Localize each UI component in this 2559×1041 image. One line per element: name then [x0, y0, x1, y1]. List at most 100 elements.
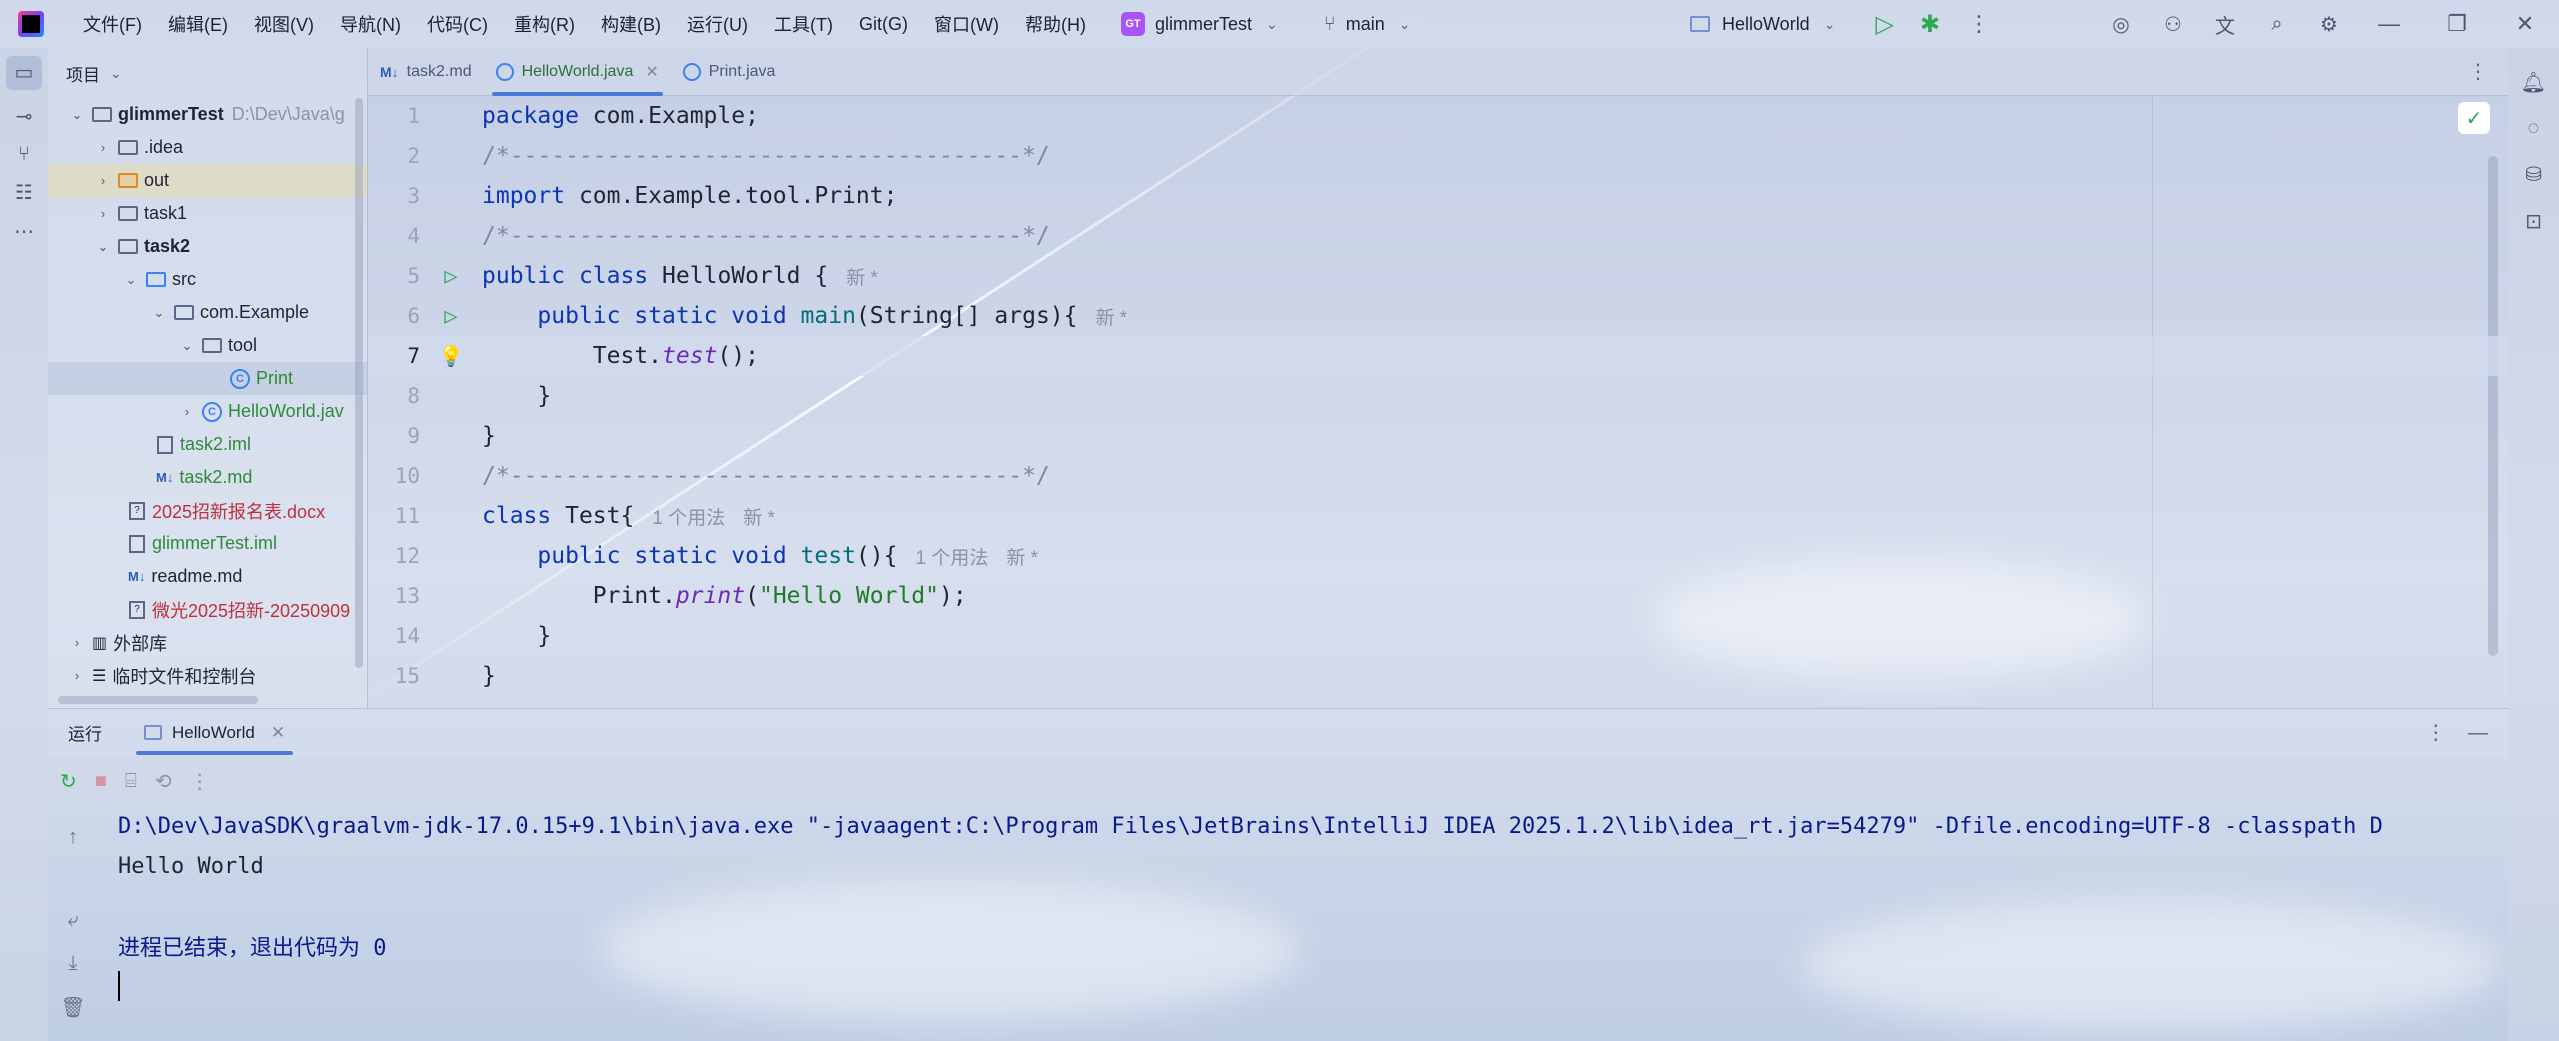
tree-item-com-example[interactable]: ⌄ com.Example	[48, 296, 367, 329]
close-tab-icon[interactable]: ✕	[645, 62, 658, 82]
tree-item-glimmertest[interactable]: ⌄ glimmerTest D:\Dev\Java\g	[48, 98, 367, 131]
menu-window[interactable]: 窗口(W)	[921, 11, 1012, 37]
tab-task2-md[interactable]: M↓ task2.md	[368, 48, 484, 96]
pull-requests-icon[interactable]: ⑂	[0, 143, 48, 166]
run-panel-header: 运行 HelloWorld ✕ ⋮ —	[48, 708, 2508, 756]
ai-chat-icon[interactable]: ◌	[2508, 117, 2559, 140]
project-panel-header[interactable]: 项目 ⌄	[48, 48, 367, 98]
menu-run[interactable]: 运行(U)	[674, 11, 761, 37]
run-toolbar: ↻ ■ ⌸ ⟲ ⋮	[48, 756, 2508, 806]
tree-item-helloworld[interactable]: › C HelloWorld.jav	[48, 395, 367, 428]
search-icon[interactable]: ⌕	[2251, 13, 2303, 36]
tree-item-docx[interactable]: ? 2025招新报名表.docx	[48, 494, 367, 527]
code-line: 2 /*------------------------------------…	[368, 136, 2508, 176]
tab-label: task2.md	[406, 62, 472, 80]
run-config-selector[interactable]: HelloWorld ⌄ ▷ ✱ ⋮	[1690, 0, 1990, 48]
close-icon[interactable]: ✕	[2491, 11, 2559, 37]
trash-icon[interactable]: 🗑︎	[48, 995, 98, 1020]
iml-file-icon	[157, 435, 173, 454]
class-icon: C	[230, 368, 250, 389]
line-number: 10	[394, 464, 420, 488]
tree-item-recruit-file[interactable]: ? 微光2025招新-20250909	[48, 593, 367, 626]
add-user-icon[interactable]: ⚇	[2147, 12, 2199, 37]
run-gutter-icon[interactable]: ▷	[444, 264, 457, 289]
menu-git[interactable]: Git(G)	[846, 14, 921, 35]
branch-switcher[interactable]: ⑂ main ⌄	[1324, 13, 1411, 36]
translate-icon[interactable]: 文	[2199, 10, 2251, 39]
project-switcher[interactable]: GT glimmerTest ⌄	[1120, 12, 1278, 36]
tree-item-print[interactable]: C Print	[48, 362, 367, 395]
menu-tools[interactable]: 工具(T)	[761, 11, 846, 37]
tree-item-task1[interactable]: › task1	[48, 197, 367, 230]
menu-edit[interactable]: 编辑(E)	[155, 11, 241, 37]
structure-icon[interactable]: ☷	[0, 180, 48, 205]
console-output[interactable]: D:\Dev\JavaSDK\graalvm-jdk-17.0.15+9.1\b…	[118, 806, 2508, 1041]
tree-item-readme[interactable]: M↓ readme.md	[48, 560, 367, 593]
tree-item-external-libs[interactable]: › ▥ 外部库	[48, 626, 367, 659]
tree-item-glimmertest-iml[interactable]: glimmerTest.iml	[48, 527, 367, 560]
tree-item-src[interactable]: ⌄ src	[48, 263, 367, 296]
translation-panel-icon[interactable]: ⊡	[2508, 209, 2559, 234]
gear-icon[interactable]: ⚙	[2303, 12, 2355, 37]
inlay-hint[interactable]: 新 *	[846, 263, 878, 290]
notifications-icon[interactable]: 🔔︎	[2508, 70, 2559, 95]
minimize-icon[interactable]: —	[2355, 11, 2423, 37]
camera-icon[interactable]: ⌸	[125, 770, 137, 793]
commit-icon[interactable]: ⊸	[0, 104, 48, 129]
ai-assistant-icon[interactable]: ◎	[2095, 12, 2147, 37]
project-scrollbar[interactable]	[355, 98, 363, 668]
code-token: ();	[717, 343, 759, 369]
usages-hint[interactable]: 1 个用法	[915, 543, 988, 570]
project-path: D:\Dev\Java\g	[231, 104, 345, 124]
menu-refactor[interactable]: 重构(R)	[501, 11, 588, 37]
menu-file[interactable]: 文件(F)	[70, 11, 155, 37]
soft-wrap-icon[interactable]: ⤶	[48, 909, 98, 932]
tab-print-java[interactable]: Print.java	[671, 48, 788, 96]
restore-layout-icon[interactable]: ⟲	[155, 769, 172, 794]
code-editor[interactable]: ✓ 1 package com.Example; 2 /*-----------…	[368, 96, 2508, 708]
lightbulb-icon[interactable]: 💡	[439, 344, 464, 368]
menu-navigate[interactable]: 导航(N)	[327, 11, 414, 37]
code-token: test	[800, 543, 856, 569]
tree-item-task2-iml[interactable]: task2.iml	[48, 428, 367, 461]
stop-icon[interactable]: ■	[95, 770, 107, 793]
more-tabs-icon[interactable]: ⋮	[2468, 59, 2488, 84]
debug-button[interactable]: ✱	[1920, 10, 1940, 39]
usages-hint[interactable]: 1 个用法	[652, 503, 725, 530]
run-gutter-icon[interactable]: ▷	[444, 304, 457, 329]
menu-code[interactable]: 代码(C)	[414, 11, 501, 37]
menu-view[interactable]: 视图(V)	[241, 11, 327, 37]
markdown-icon: M↓	[128, 569, 146, 584]
code-token: void	[731, 303, 787, 329]
scroll-up-icon[interactable]: ↑	[48, 826, 98, 849]
tree-item-out[interactable]: › out	[48, 164, 367, 197]
menu-help[interactable]: 帮助(H)	[1012, 11, 1099, 37]
tree-item-label: com.Example	[200, 302, 310, 322]
more-tools-icon[interactable]: ⋯	[0, 219, 48, 244]
scroll-to-end-icon[interactable]: ⤓	[48, 952, 98, 975]
inlay-hint[interactable]: 新 *	[743, 503, 775, 530]
project-horizontal-scrollbar[interactable]	[58, 696, 258, 704]
tree-item-task2[interactable]: ⌄ task2	[48, 230, 367, 263]
tree-item-scratches[interactable]: › ☰ 临时文件和控制台	[48, 659, 367, 692]
tree-item-idea[interactable]: › .idea	[48, 131, 367, 164]
tree-item-task2-md[interactable]: M↓ task2.md	[48, 461, 367, 494]
more-actions-icon[interactable]: ⋮	[1968, 11, 1990, 37]
restore-icon[interactable]: ❐	[2423, 11, 2491, 37]
tree-item-tool[interactable]: ⌄ tool	[48, 329, 367, 362]
panel-options-icon[interactable]: ⋮ —	[2426, 720, 2488, 745]
more-actions-icon[interactable]: ⋮	[190, 769, 210, 794]
database-icon[interactable]: ⛁	[2508, 162, 2559, 187]
inlay-hint[interactable]: 新 *	[1006, 543, 1038, 570]
intellij-logo-icon[interactable]	[18, 11, 44, 37]
inlay-hint[interactable]: 新 *	[1096, 303, 1128, 330]
rerun-icon[interactable]: ↻	[60, 769, 77, 794]
console-input-line[interactable]	[118, 966, 2508, 1006]
project-folder-icon[interactable]: ▭	[6, 56, 42, 90]
close-tab-icon[interactable]: ✕	[271, 723, 285, 743]
run-button[interactable]: ▷	[1875, 10, 1893, 39]
tab-helloworld-java[interactable]: HelloWorld.java ✕	[484, 48, 671, 96]
run-tab-helloworld[interactable]: HelloWorld ✕	[132, 709, 297, 757]
code-token: public	[537, 303, 621, 329]
menu-build[interactable]: 构建(B)	[588, 11, 674, 37]
